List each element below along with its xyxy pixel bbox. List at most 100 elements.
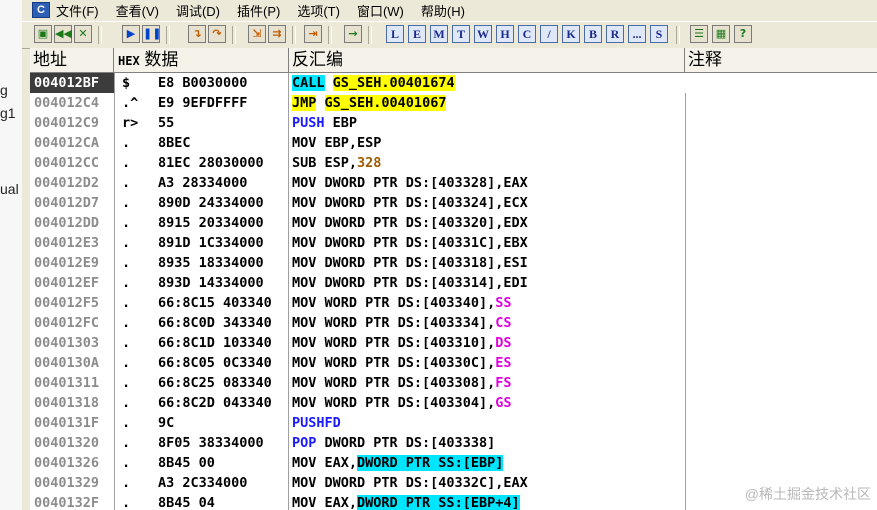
row-disassembly: MOV WORD PTR DS:[40330C],ES bbox=[292, 355, 512, 371]
toolbar-separator bbox=[676, 26, 680, 44]
disassembly-grid[interactable]: 004012BF $ E8 B0030000 CALL GS_SEH.00401674… bbox=[30, 73, 877, 510]
row-flow-marker: . bbox=[122, 195, 131, 211]
disasm-row[interactable]: 004012C4 .^ E9 9EFDFFFF JMP GS_SEH.00401067 bbox=[30, 93, 877, 113]
disasm-row[interactable]: 004012E9. 8935 18334000 MOV DWORD PTR DS:[… bbox=[30, 253, 877, 273]
row-mnemonic: MOV bbox=[292, 475, 317, 491]
row-address: 00401311 bbox=[34, 375, 100, 391]
window-cpu-button[interactable]: C bbox=[518, 25, 536, 43]
window-callstack-button[interactable]: K bbox=[562, 25, 580, 43]
window-patches-button[interactable]: / bbox=[540, 25, 558, 43]
menu-debug[interactable]: 调试(D) bbox=[176, 1, 220, 20]
row-disassembly: MOV EBP,ESP bbox=[292, 135, 382, 151]
disasm-row[interactable]: 004012CC. 81EC 28030000 SUB ESP,328 bbox=[30, 153, 877, 173]
column-hex-data[interactable]: HEX 数据 bbox=[114, 48, 289, 72]
row-flow-marker: . bbox=[122, 275, 131, 291]
column-address[interactable]: 地址 bbox=[30, 48, 114, 72]
window-threads-button[interactable]: T bbox=[452, 25, 470, 43]
row-flow-marker: . bbox=[122, 375, 131, 391]
trace-over-icon[interactable]: ⇉ bbox=[268, 25, 286, 43]
execute-till-return-icon[interactable]: ⇥ bbox=[304, 25, 322, 43]
disasm-row[interactable]: 004012E3. 891D 1C334000 MOV DWORD PTR DS:[… bbox=[30, 233, 877, 253]
row-hex-bytes: E9 9EFDFFFF bbox=[158, 95, 248, 111]
disasm-row[interactable]: 00401311. 66:8C25 083340 MOV WORD PTR DS:[… bbox=[30, 373, 877, 393]
disasm-row[interactable]: 00401303. 66:8C1D 103340 MOV WORD PTR DS:[… bbox=[30, 333, 877, 353]
row-disassembly: SUB ESP,328 bbox=[292, 155, 382, 171]
row-disassembly: MOV WORD PTR DS:[403334],CS bbox=[292, 315, 512, 331]
row-mnemonic: MOV bbox=[292, 395, 317, 411]
menu-file[interactable]: 文件(F) bbox=[56, 1, 99, 20]
background-window-sliver: g g1 ual bbox=[0, 0, 23, 510]
menu-options[interactable]: 选项(T) bbox=[297, 1, 340, 20]
disasm-row[interactable]: 004012D7. 890D 24334000 MOV DWORD PTR DS:[… bbox=[30, 193, 877, 213]
help-icon[interactable]: ? bbox=[734, 25, 752, 43]
row-flow-marker: . bbox=[122, 155, 131, 171]
disasm-row[interactable]: 004012F5. 66:8C15 403340 MOV WORD PTR DS:[… bbox=[30, 293, 877, 313]
row-mnemonic: MOV bbox=[292, 495, 317, 510]
row-disassembly: MOV DWORD PTR DS:[403324],ECX bbox=[292, 195, 528, 211]
toolbar-separator bbox=[166, 26, 170, 44]
window-breakpoints-button[interactable]: B bbox=[584, 25, 602, 43]
window-handles-button[interactable]: H bbox=[496, 25, 514, 43]
row-address: 004012E3 bbox=[34, 235, 100, 251]
row-address: 004012EF bbox=[34, 275, 100, 291]
menu-view[interactable]: 查看(V) bbox=[116, 1, 159, 20]
row-disassembly: PUSH EBP bbox=[292, 115, 358, 131]
window-modules-button[interactable]: E bbox=[408, 25, 426, 43]
menu-plugins[interactable]: 插件(P) bbox=[237, 1, 280, 20]
disasm-row[interactable]: 004012BF $ E8 B0030000 CALL GS_SEH.00401674 bbox=[30, 73, 877, 93]
row-hex-bytes: 8F05 38334000 bbox=[158, 435, 264, 451]
run-icon[interactable]: ▶ bbox=[122, 25, 140, 43]
row-hex-bytes: A3 28334000 bbox=[158, 175, 248, 191]
row-flow-marker: .^ bbox=[122, 95, 139, 111]
menu-help[interactable]: 帮助(H) bbox=[421, 1, 465, 20]
list-icon[interactable]: ☰ bbox=[690, 25, 708, 43]
row-address: 004012C4 bbox=[34, 95, 100, 111]
row-disassembly: MOV DWORD PTR DS:[403320],EDX bbox=[292, 215, 528, 231]
row-mnemonic: PUSHFD bbox=[292, 415, 341, 431]
disasm-row[interactable]: 004012CA. 8BEC MOV EBP,ESP bbox=[30, 133, 877, 153]
row-flow-marker: . bbox=[122, 135, 131, 151]
row-mnemonic: MOV bbox=[292, 255, 317, 271]
step-over-icon[interactable]: ↷ bbox=[208, 25, 226, 43]
pause-icon[interactable]: ❚❚ bbox=[142, 25, 161, 43]
column-comment[interactable]: 注释 bbox=[685, 48, 877, 72]
disasm-row[interactable]: 004012C9 r> 55 PUSH EBP bbox=[30, 113, 877, 133]
row-address: 00401329 bbox=[34, 475, 100, 491]
open-icon[interactable]: ▣ bbox=[34, 25, 52, 43]
row-address: 0040131F bbox=[34, 415, 100, 431]
disasm-row[interactable]: 00401320. 8F05 38334000 POP DWORD PTR DS:[… bbox=[30, 433, 877, 453]
window-runtrace-button[interactable]: ... bbox=[628, 25, 646, 43]
row-flow-marker: $ bbox=[122, 75, 131, 91]
window-log-button[interactable]: L bbox=[386, 25, 404, 43]
disasm-row[interactable]: 00401326. 8B45 00 MOV EAX,DWORD PTR SS:[EB… bbox=[30, 453, 877, 473]
disasm-row[interactable]: 004012EF. 893D 14334000 MOV DWORD PTR DS:[… bbox=[30, 273, 877, 293]
trace-into-icon[interactable]: ⇲ bbox=[248, 25, 266, 43]
disasm-row[interactable]: 0040131F. 9C PUSHFD bbox=[30, 413, 877, 433]
disasm-row[interactable]: 004012DD. 8915 20334000 MOV DWORD PTR DS:[… bbox=[30, 213, 877, 233]
window-references-button[interactable]: R bbox=[606, 25, 624, 43]
window-memory-button[interactable]: M bbox=[430, 25, 448, 43]
row-hex-bytes: 893D 14334000 bbox=[158, 275, 264, 291]
row-hex-bytes: 9C bbox=[158, 415, 175, 431]
disasm-row[interactable]: 00401318. 66:8C2D 043340 MOV WORD PTR DS:[… bbox=[30, 393, 877, 413]
disasm-row[interactable]: 004012D2. A3 28334000 MOV DWORD PTR DS:[40… bbox=[30, 173, 877, 193]
menu-window[interactable]: 窗口(W) bbox=[357, 1, 404, 20]
row-disassembly: MOV DWORD PTR DS:[403328],EAX bbox=[292, 175, 528, 191]
window-windows-button[interactable]: W bbox=[474, 25, 492, 43]
row-hex-bytes: 81EC 28030000 bbox=[158, 155, 264, 171]
column-disassembly[interactable]: 反汇编 bbox=[289, 48, 685, 72]
grid-icon[interactable]: ▦ bbox=[712, 25, 730, 43]
step-into-icon[interactable]: ↴ bbox=[188, 25, 206, 43]
row-address: 004012F5 bbox=[34, 295, 100, 311]
disasm-row[interactable]: 0040130A. 66:8C05 0C3340 MOV WORD PTR DS:[… bbox=[30, 353, 877, 373]
row-disassembly: MOV WORD PTR DS:[403308],FS bbox=[292, 375, 512, 391]
row-hex-bytes: 8B45 00 bbox=[158, 455, 215, 471]
row-address: 0040130A bbox=[34, 355, 100, 371]
disasm-row[interactable]: 004012FC. 66:8C0D 343340 MOV WORD PTR DS:[… bbox=[30, 313, 877, 333]
goto-icon[interactable]: → bbox=[344, 25, 362, 43]
restart-icon[interactable]: ◀◀ bbox=[54, 25, 72, 43]
window-source-button[interactable]: S bbox=[650, 25, 668, 43]
toolbar-separator bbox=[368, 26, 372, 44]
toolbar-separator bbox=[292, 26, 296, 44]
close-icon[interactable]: ✕ bbox=[74, 25, 92, 43]
